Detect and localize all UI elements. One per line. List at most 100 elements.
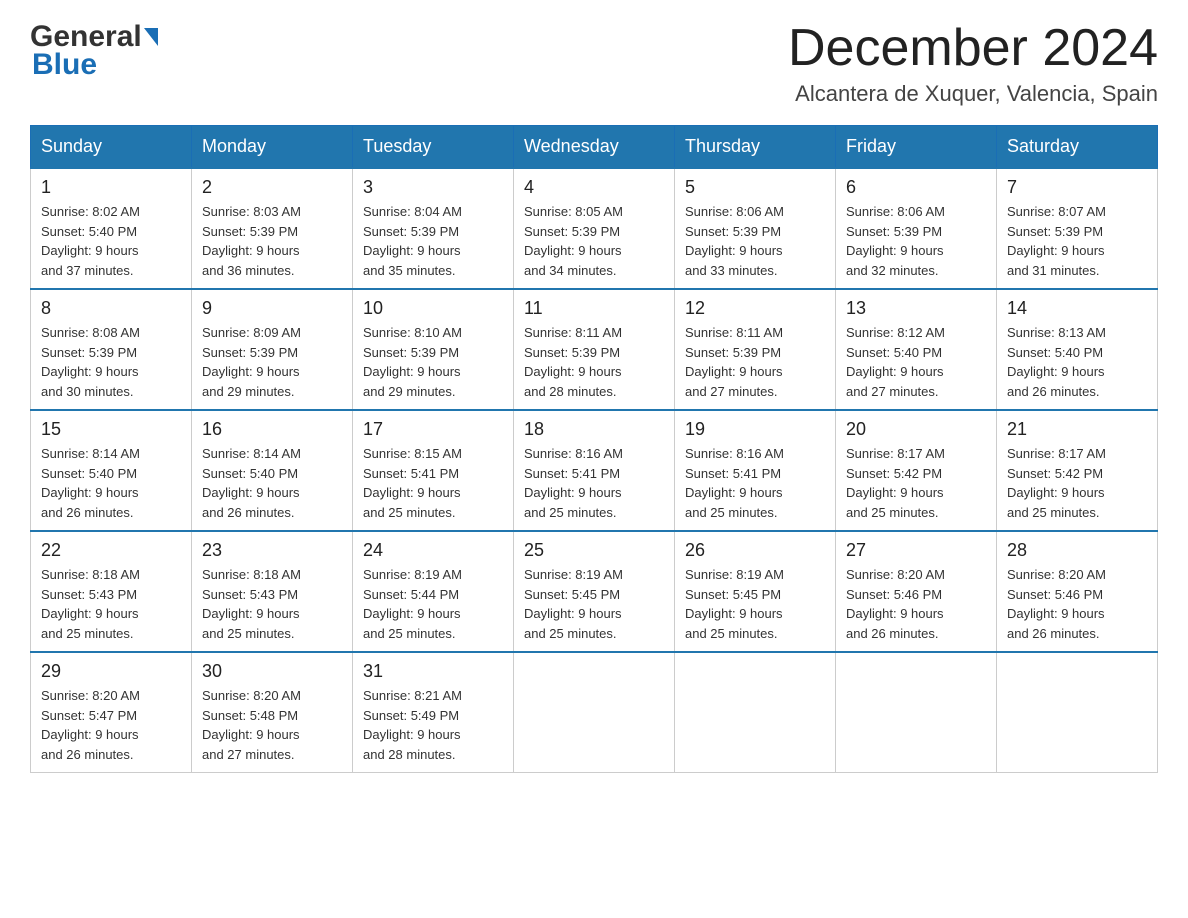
calendar-cell [675,652,836,773]
calendar-cell: 25 Sunrise: 8:19 AM Sunset: 5:45 PM Dayl… [514,531,675,652]
day-info: Sunrise: 8:13 AM Sunset: 5:40 PM Dayligh… [1007,323,1147,401]
day-info: Sunrise: 8:06 AM Sunset: 5:39 PM Dayligh… [846,202,986,280]
day-info: Sunrise: 8:16 AM Sunset: 5:41 PM Dayligh… [685,444,825,522]
calendar-cell: 27 Sunrise: 8:20 AM Sunset: 5:46 PM Dayl… [836,531,997,652]
day-info: Sunrise: 8:18 AM Sunset: 5:43 PM Dayligh… [202,565,342,643]
day-number: 3 [363,177,503,198]
week-row-2: 8 Sunrise: 8:08 AM Sunset: 5:39 PM Dayli… [31,289,1158,410]
days-of-week-row: Sunday Monday Tuesday Wednesday Thursday… [31,126,1158,169]
day-info: Sunrise: 8:18 AM Sunset: 5:43 PM Dayligh… [41,565,181,643]
day-number: 17 [363,419,503,440]
calendar-cell: 1 Sunrise: 8:02 AM Sunset: 5:40 PM Dayli… [31,168,192,289]
calendar-cell: 8 Sunrise: 8:08 AM Sunset: 5:39 PM Dayli… [31,289,192,410]
day-number: 2 [202,177,342,198]
header-thursday: Thursday [675,126,836,169]
calendar-cell: 23 Sunrise: 8:18 AM Sunset: 5:43 PM Dayl… [192,531,353,652]
title-section: December 2024 Alcantera de Xuquer, Valen… [788,20,1158,107]
header-friday: Friday [836,126,997,169]
week-row-3: 15 Sunrise: 8:14 AM Sunset: 5:40 PM Dayl… [31,410,1158,531]
calendar-title: December 2024 [788,20,1158,77]
day-info: Sunrise: 8:02 AM Sunset: 5:40 PM Dayligh… [41,202,181,280]
logo: General Blue [30,20,158,82]
day-info: Sunrise: 8:17 AM Sunset: 5:42 PM Dayligh… [1007,444,1147,522]
day-number: 4 [524,177,664,198]
day-info: Sunrise: 8:19 AM Sunset: 5:45 PM Dayligh… [524,565,664,643]
day-info: Sunrise: 8:20 AM Sunset: 5:48 PM Dayligh… [202,686,342,764]
day-info: Sunrise: 8:08 AM Sunset: 5:39 PM Dayligh… [41,323,181,401]
day-info: Sunrise: 8:07 AM Sunset: 5:39 PM Dayligh… [1007,202,1147,280]
week-row-5: 29 Sunrise: 8:20 AM Sunset: 5:47 PM Dayl… [31,652,1158,773]
calendar-cell: 12 Sunrise: 8:11 AM Sunset: 5:39 PM Dayl… [675,289,836,410]
calendar-cell: 2 Sunrise: 8:03 AM Sunset: 5:39 PM Dayli… [192,168,353,289]
calendar-cell: 16 Sunrise: 8:14 AM Sunset: 5:40 PM Dayl… [192,410,353,531]
calendar-cell: 31 Sunrise: 8:21 AM Sunset: 5:49 PM Dayl… [353,652,514,773]
day-number: 5 [685,177,825,198]
day-info: Sunrise: 8:10 AM Sunset: 5:39 PM Dayligh… [363,323,503,401]
day-number: 15 [41,419,181,440]
header-wednesday: Wednesday [514,126,675,169]
header-sunday: Sunday [31,126,192,169]
day-number: 23 [202,540,342,561]
day-number: 19 [685,419,825,440]
day-info: Sunrise: 8:11 AM Sunset: 5:39 PM Dayligh… [685,323,825,401]
calendar-cell: 14 Sunrise: 8:13 AM Sunset: 5:40 PM Dayl… [997,289,1158,410]
calendar-cell: 21 Sunrise: 8:17 AM Sunset: 5:42 PM Dayl… [997,410,1158,531]
header-monday: Monday [192,126,353,169]
day-number: 21 [1007,419,1147,440]
calendar-header: Sunday Monday Tuesday Wednesday Thursday… [31,126,1158,169]
week-row-1: 1 Sunrise: 8:02 AM Sunset: 5:40 PM Dayli… [31,168,1158,289]
day-info: Sunrise: 8:19 AM Sunset: 5:45 PM Dayligh… [685,565,825,643]
calendar-cell: 18 Sunrise: 8:16 AM Sunset: 5:41 PM Dayl… [514,410,675,531]
logo: General Blue [30,20,158,82]
calendar-cell: 30 Sunrise: 8:20 AM Sunset: 5:48 PM Dayl… [192,652,353,773]
day-info: Sunrise: 8:04 AM Sunset: 5:39 PM Dayligh… [363,202,503,280]
calendar-cell: 26 Sunrise: 8:19 AM Sunset: 5:45 PM Dayl… [675,531,836,652]
calendar-cell: 15 Sunrise: 8:14 AM Sunset: 5:40 PM Dayl… [31,410,192,531]
day-info: Sunrise: 8:19 AM Sunset: 5:44 PM Dayligh… [363,565,503,643]
calendar-cell: 13 Sunrise: 8:12 AM Sunset: 5:40 PM Dayl… [836,289,997,410]
day-info: Sunrise: 8:20 AM Sunset: 5:46 PM Dayligh… [846,565,986,643]
calendar-cell: 7 Sunrise: 8:07 AM Sunset: 5:39 PM Dayli… [997,168,1158,289]
day-number: 8 [41,298,181,319]
day-number: 22 [41,540,181,561]
day-number: 24 [363,540,503,561]
calendar-cell [514,652,675,773]
day-number: 12 [685,298,825,319]
calendar-cell: 22 Sunrise: 8:18 AM Sunset: 5:43 PM Dayl… [31,531,192,652]
day-info: Sunrise: 8:06 AM Sunset: 5:39 PM Dayligh… [685,202,825,280]
day-number: 11 [524,298,664,319]
calendar-cell: 6 Sunrise: 8:06 AM Sunset: 5:39 PM Dayli… [836,168,997,289]
day-number: 20 [846,419,986,440]
day-info: Sunrise: 8:16 AM Sunset: 5:41 PM Dayligh… [524,444,664,522]
calendar-cell: 5 Sunrise: 8:06 AM Sunset: 5:39 PM Dayli… [675,168,836,289]
day-number: 13 [846,298,986,319]
calendar-cell: 24 Sunrise: 8:19 AM Sunset: 5:44 PM Dayl… [353,531,514,652]
day-number: 30 [202,661,342,682]
calendar-body: 1 Sunrise: 8:02 AM Sunset: 5:40 PM Dayli… [31,168,1158,773]
day-info: Sunrise: 8:14 AM Sunset: 5:40 PM Dayligh… [202,444,342,522]
day-number: 26 [685,540,825,561]
calendar-cell: 29 Sunrise: 8:20 AM Sunset: 5:47 PM Dayl… [31,652,192,773]
day-info: Sunrise: 8:12 AM Sunset: 5:40 PM Dayligh… [846,323,986,401]
day-number: 16 [202,419,342,440]
day-number: 18 [524,419,664,440]
calendar-cell: 20 Sunrise: 8:17 AM Sunset: 5:42 PM Dayl… [836,410,997,531]
calendar-cell: 10 Sunrise: 8:10 AM Sunset: 5:39 PM Dayl… [353,289,514,410]
day-number: 28 [1007,540,1147,561]
day-info: Sunrise: 8:15 AM Sunset: 5:41 PM Dayligh… [363,444,503,522]
day-number: 29 [41,661,181,682]
calendar-cell: 17 Sunrise: 8:15 AM Sunset: 5:41 PM Dayl… [353,410,514,531]
calendar-cell: 3 Sunrise: 8:04 AM Sunset: 5:39 PM Dayli… [353,168,514,289]
day-number: 7 [1007,177,1147,198]
week-row-4: 22 Sunrise: 8:18 AM Sunset: 5:43 PM Dayl… [31,531,1158,652]
day-info: Sunrise: 8:14 AM Sunset: 5:40 PM Dayligh… [41,444,181,522]
calendar-cell: 11 Sunrise: 8:11 AM Sunset: 5:39 PM Dayl… [514,289,675,410]
day-number: 6 [846,177,986,198]
day-info: Sunrise: 8:03 AM Sunset: 5:39 PM Dayligh… [202,202,342,280]
day-number: 1 [41,177,181,198]
header-tuesday: Tuesday [353,126,514,169]
header-saturday: Saturday [997,126,1158,169]
day-info: Sunrise: 8:20 AM Sunset: 5:46 PM Dayligh… [1007,565,1147,643]
calendar-cell: 9 Sunrise: 8:09 AM Sunset: 5:39 PM Dayli… [192,289,353,410]
day-info: Sunrise: 8:20 AM Sunset: 5:47 PM Dayligh… [41,686,181,764]
